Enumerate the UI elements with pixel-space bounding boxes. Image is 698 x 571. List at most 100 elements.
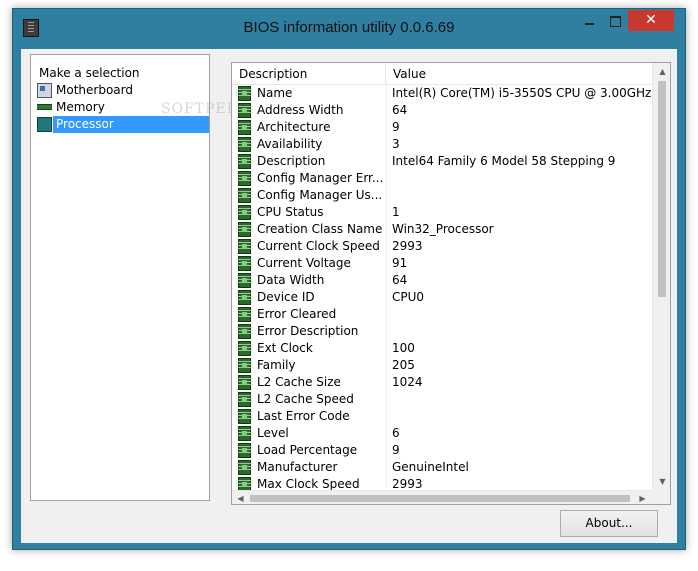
- properties-list[interactable]: Description Value Name Intel(R) Core(TM) …: [231, 62, 671, 505]
- chip-icon: [236, 171, 253, 186]
- row-value: 9: [392, 120, 400, 134]
- row-value: 205: [392, 358, 415, 372]
- column-divider: [386, 391, 387, 408]
- row-description: Name: [257, 86, 293, 100]
- chip-icon: [236, 205, 253, 220]
- row-value: Intel64 Family 6 Model 58 Stepping 9: [392, 154, 616, 168]
- table-row[interactable]: Load Percentage 9: [232, 442, 651, 459]
- column-divider: [386, 85, 387, 102]
- row-value: 3: [392, 137, 400, 151]
- chip-icon: [236, 290, 253, 305]
- table-row[interactable]: L2 Cache Size 1024: [232, 374, 651, 391]
- row-description: Architecture: [257, 120, 331, 134]
- tree-item-motherboard[interactable]: Motherboard: [35, 82, 209, 99]
- row-value: 6: [392, 426, 400, 440]
- table-row[interactable]: Error Description: [232, 323, 651, 340]
- table-row[interactable]: Max Clock Speed 2993: [232, 476, 651, 490]
- chip-icon: [236, 324, 253, 339]
- row-value: GenuineIntel: [392, 460, 469, 474]
- table-row[interactable]: Data Width 64: [232, 272, 651, 289]
- row-description: Error Cleared: [257, 307, 337, 321]
- app-window: BIOS information utility 0.0.6.69 ✕ Make…: [12, 8, 686, 550]
- scroll-up-icon[interactable]: ▲: [653, 63, 670, 80]
- tree-item-processor[interactable]: Processor: [35, 116, 209, 133]
- chip-icon: [236, 392, 253, 407]
- motherboard-icon: [37, 83, 52, 98]
- table-row[interactable]: Config Manager Us...: [232, 187, 651, 204]
- column-divider: [386, 170, 387, 187]
- chip-icon: [236, 154, 253, 169]
- column-divider: [386, 408, 387, 425]
- table-row[interactable]: Name Intel(R) Core(TM) i5-3550S CPU @ 3.0…: [232, 85, 651, 102]
- table-row[interactable]: Manufacturer GenuineIntel: [232, 459, 651, 476]
- close-button[interactable]: ✕: [628, 10, 674, 31]
- vertical-scrollbar[interactable]: ▲ ▼: [652, 63, 670, 490]
- properties-rows: Name Intel(R) Core(TM) i5-3550S CPU @ 3.0…: [232, 85, 651, 490]
- column-divider: [386, 306, 387, 323]
- chip-icon: [236, 256, 253, 271]
- horizontal-scroll-thumb[interactable]: [250, 495, 630, 502]
- column-header-description[interactable]: Description: [232, 63, 386, 85]
- column-divider: [386, 187, 387, 204]
- row-description: Family: [257, 358, 296, 372]
- column-divider: [386, 442, 387, 459]
- chip-icon: [236, 358, 253, 373]
- column-divider: [386, 289, 387, 306]
- column-divider: [386, 323, 387, 340]
- row-description: Config Manager Us...: [257, 188, 383, 202]
- table-row[interactable]: CPU Status 1: [232, 204, 651, 221]
- table-row[interactable]: Address Width 64: [232, 102, 651, 119]
- table-row[interactable]: Creation Class Name Win32_Processor: [232, 221, 651, 238]
- tree-item-label: Motherboard: [56, 83, 133, 97]
- table-row[interactable]: Config Manager Err...: [232, 170, 651, 187]
- table-row[interactable]: Last Error Code: [232, 408, 651, 425]
- column-divider: [386, 136, 387, 153]
- table-row[interactable]: Ext Clock 100: [232, 340, 651, 357]
- row-value: 2993: [392, 239, 423, 253]
- column-divider: [386, 374, 387, 391]
- scroll-down-icon[interactable]: ▼: [653, 473, 670, 490]
- table-row[interactable]: Current Clock Speed 2993: [232, 238, 651, 255]
- chip-icon: [236, 426, 253, 441]
- row-value: Win32_Processor: [392, 222, 494, 236]
- about-button[interactable]: About...: [560, 510, 658, 537]
- table-row[interactable]: Description Intel64 Family 6 Model 58 Ste…: [232, 153, 651, 170]
- selection-tree[interactable]: Make a selection Motherboard Memory Proc…: [30, 54, 256, 501]
- table-row[interactable]: Current Voltage 91: [232, 255, 651, 272]
- selection-header: Make a selection: [39, 66, 140, 80]
- column-header-value[interactable]: Value: [386, 63, 651, 85]
- row-value: 64: [392, 273, 408, 287]
- row-description: Description: [257, 154, 326, 168]
- table-row[interactable]: Device ID CPU0: [232, 289, 651, 306]
- scroll-right-icon[interactable]: ▶: [634, 491, 651, 504]
- chip-icon: [236, 273, 253, 288]
- chip-icon: [236, 86, 253, 101]
- row-value: 1: [392, 205, 400, 219]
- row-description: Max Clock Speed: [257, 477, 360, 490]
- row-description: Creation Class Name: [257, 222, 383, 236]
- row-value: 100: [392, 341, 415, 355]
- row-description: Current Clock Speed: [257, 239, 380, 253]
- chip-icon: [236, 188, 253, 203]
- vertical-scroll-thumb[interactable]: [658, 81, 666, 297]
- minimize-button[interactable]: [576, 10, 602, 31]
- row-value: 9: [392, 443, 400, 457]
- chip-icon: [236, 477, 253, 490]
- table-row[interactable]: Architecture 9: [232, 119, 651, 136]
- row-description: Manufacturer: [257, 460, 338, 474]
- row-value: 2993: [392, 477, 423, 490]
- scroll-left-icon[interactable]: ◀: [232, 491, 249, 504]
- table-row[interactable]: Error Cleared: [232, 306, 651, 323]
- column-divider: [386, 459, 387, 476]
- chip-icon: [236, 103, 253, 118]
- horizontal-scrollbar[interactable]: ◀ ▶: [232, 490, 652, 504]
- title-bar[interactable]: BIOS information utility 0.0.6.69 ✕: [13, 9, 685, 49]
- table-row[interactable]: Level 6: [232, 425, 651, 442]
- row-value: 64: [392, 103, 408, 117]
- table-row[interactable]: L2 Cache Speed: [232, 391, 651, 408]
- chip-icon: [236, 120, 253, 135]
- row-value: CPU0: [392, 290, 425, 304]
- maximize-button[interactable]: [602, 10, 628, 31]
- table-row[interactable]: Family 205: [232, 357, 651, 374]
- table-row[interactable]: Availability 3: [232, 136, 651, 153]
